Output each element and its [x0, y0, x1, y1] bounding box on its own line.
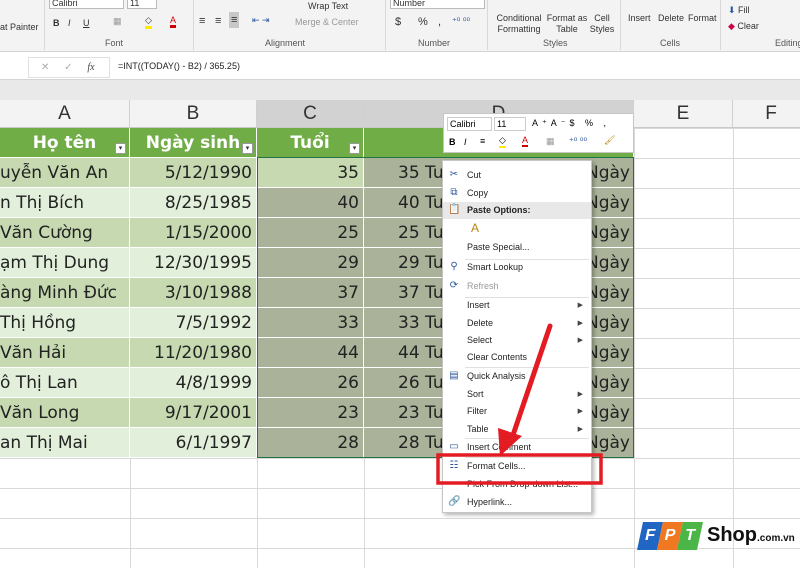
logo-shop-text: Shop [707, 524, 757, 546]
highlight-box [436, 453, 603, 485]
annotation-overlay [436, 323, 603, 485]
arrow-shaft [509, 323, 553, 441]
arrow-head [498, 428, 522, 456]
logo-domain-text: .com.vn [757, 533, 795, 544]
